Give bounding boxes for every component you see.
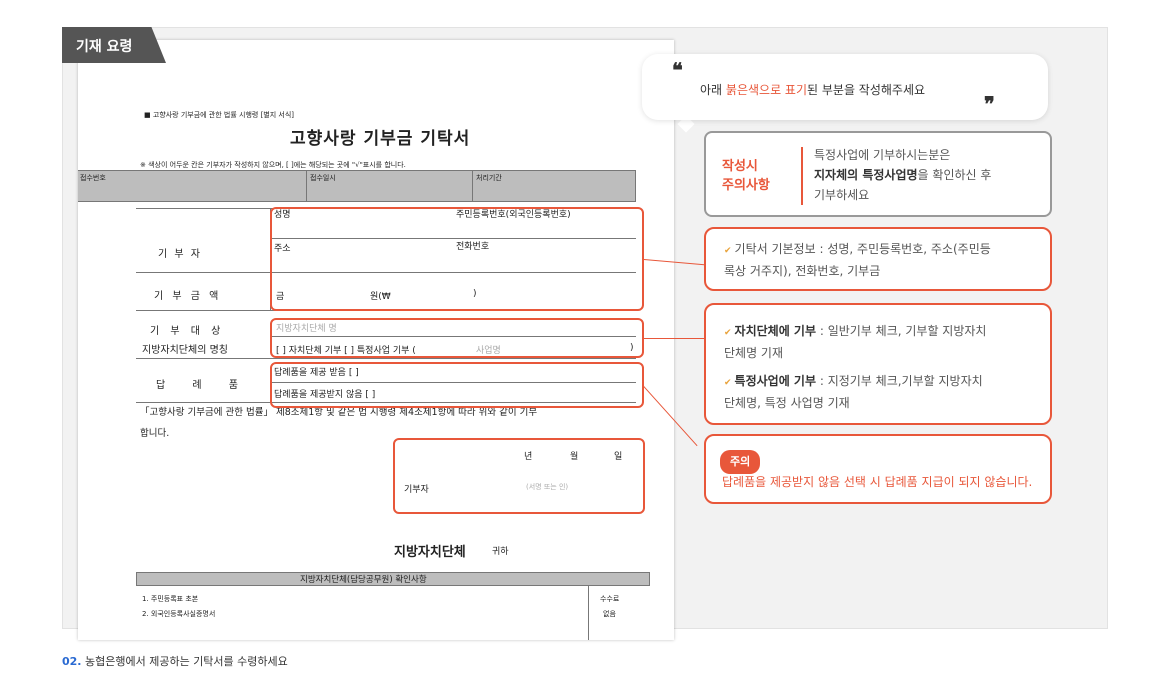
card-target-info: ✔ 자치단체에 기부 : 일반기부 체크, 기부할 지방자치 단체명 기재 ✔ 특정… — [704, 303, 1052, 425]
fee-label: 수수료 — [600, 595, 620, 603]
caution-box: 작성시 주의사항 특정사업에 기부하시는분은 지자체의 특정사업명을 확인하신 후… — [704, 131, 1052, 217]
receipt-number-label: 접수번호 — [80, 174, 106, 182]
step-number: 02. — [62, 655, 82, 668]
target-name-label: 지방자치단체의 명칭 — [142, 345, 228, 356]
confirm-item-1: 1. 주민등록표 초본 — [142, 595, 199, 603]
check-icon: ✔ — [724, 328, 732, 338]
card-warning: 주의 답례품을 제공받지 않음 선택 시 답례품 지급이 되지 않습니다. — [704, 434, 1052, 504]
gift-label: 답 례 품 — [156, 380, 250, 391]
highlight-signature — [393, 438, 645, 514]
card-basic-info-text: ✔ 기탁서 기본정보 : 성명, 주민등록번호, 주소(주민등 록상 거주지), … — [724, 242, 991, 278]
step-caption: 02. 농협은행에서 제공하는 기탁서를 수령하세요 — [62, 655, 288, 668]
recipient: 지방자치단체 — [394, 545, 466, 560]
close-quote-icon: ❞ — [984, 92, 995, 116]
card-target-item-2: ✔ 특정사업에 기부 : 지정기부 체크,기부할 지방자치 단체명, 특정 사업명… — [724, 374, 983, 410]
card-target-item-1: ✔ 자치단체에 기부 : 일반기부 체크, 기부할 지방자치 단체명 기재 — [724, 324, 987, 360]
receipt-date-label: 접수일시 — [310, 174, 336, 182]
bubble-text: 아래 붉은색으로 표기된 부분을 작성해주세요 — [700, 83, 926, 97]
instruction-bubble: ❝ 아래 붉은색으로 표기된 부분을 작성해주세요 ❞ — [642, 54, 1048, 120]
fee-value: 없음 — [603, 610, 616, 618]
check-icon: ✔ — [724, 378, 732, 388]
caution-label: 작성시 주의사항 — [722, 159, 770, 193]
statement-2: 합니다. — [140, 428, 170, 439]
amount-label: 기 부 금 액 — [154, 291, 222, 302]
highlight-donor-info — [270, 207, 644, 311]
office-row — [78, 170, 636, 202]
check-icon: ✔ — [724, 246, 732, 256]
open-quote-icon: ❝ — [672, 58, 683, 82]
law-reference: ■ 고향사랑 기부금에 관한 법률 시행령 [별지 서식] — [144, 111, 295, 119]
caution-text: 특정사업에 기부하시는분은 지자체의 특정사업명을 확인하신 후 기부하세요 — [814, 148, 992, 202]
warning-badge: 주의 — [720, 450, 761, 474]
section-tab: 기재 요령 — [62, 27, 166, 63]
target-label: 기 부 대 상 — [150, 326, 225, 337]
highlight-gift — [270, 362, 644, 408]
donor-label: 기 부 자 — [158, 249, 202, 260]
confirm-item-2: 2. 외국인등록사실증명서 — [142, 610, 216, 618]
card-basic-info: ✔ 기탁서 기본정보 : 성명, 주민등록번호, 주소(주민등 록상 거주지), … — [704, 227, 1052, 291]
connector-2 — [644, 338, 705, 339]
highlight-target — [270, 318, 644, 358]
warning-text: 답례품을 제공받지 않음 선택 시 답례품 지급이 되지 않습니다. — [722, 475, 1033, 489]
form-instructions: ※ 색상이 어두운 칸은 기부자가 작성하지 않으며, [ ]에는 해당되는 곳… — [140, 161, 406, 169]
confirm-title: 지방자치단체(담당공무원) 확인사항 — [300, 575, 427, 585]
processing-period-label: 처리기간 — [476, 174, 502, 182]
recipient-suffix: 귀하 — [492, 547, 509, 557]
form-title: 고향사랑 기부금 기탁서 — [290, 129, 471, 149]
